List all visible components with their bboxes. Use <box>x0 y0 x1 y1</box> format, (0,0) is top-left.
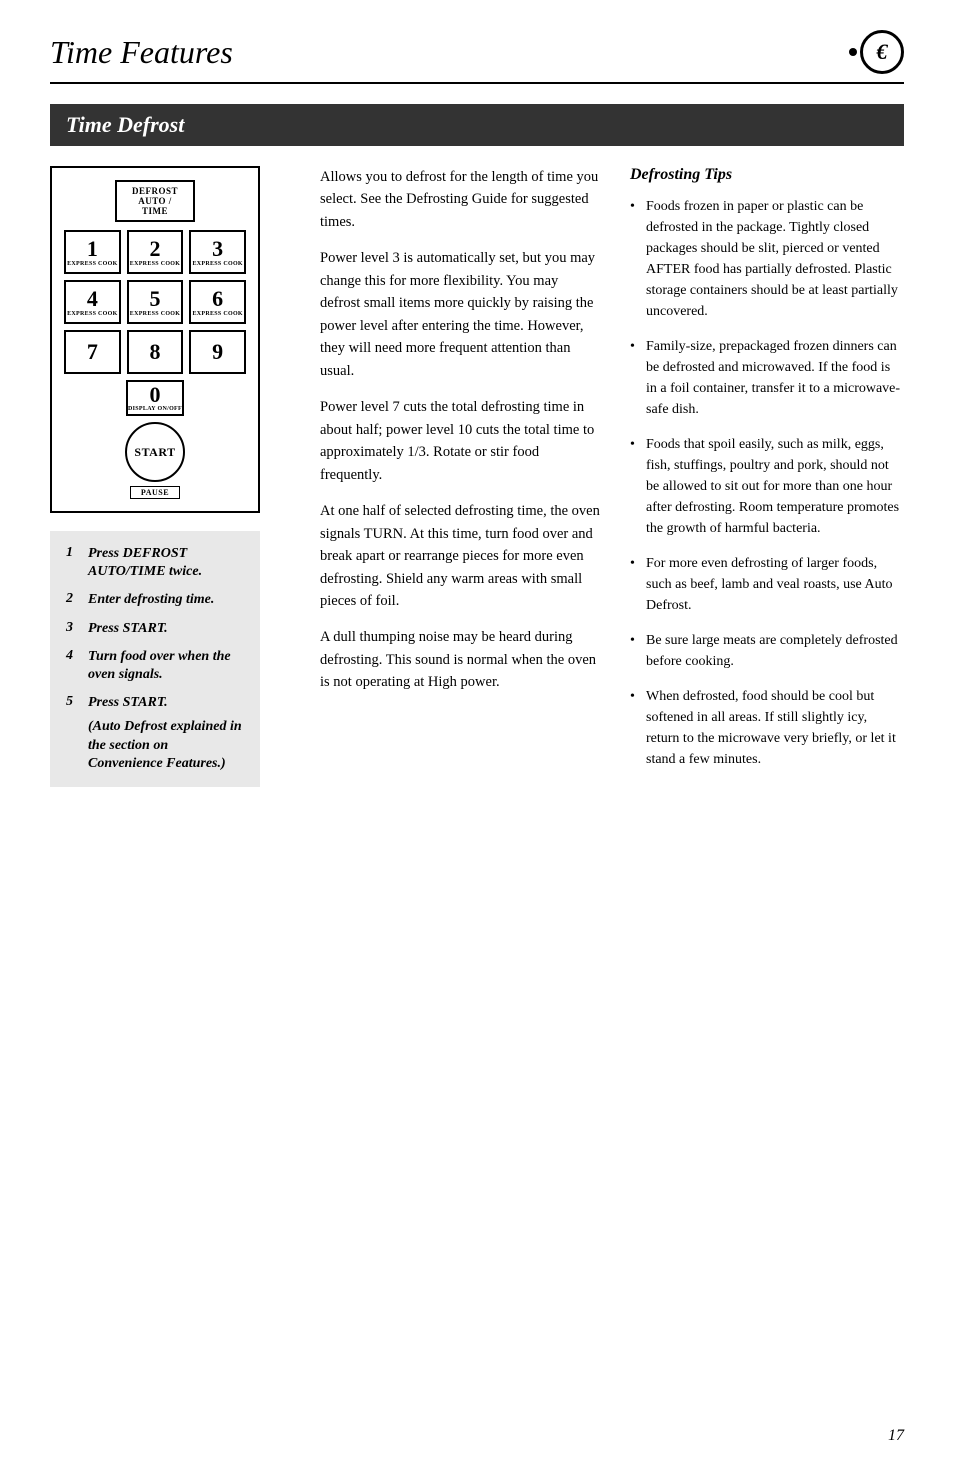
key-6[interactable]: 6 EXPRESS COOK <box>189 280 246 324</box>
step-5-text: Press START. <box>88 694 168 712</box>
key-3[interactable]: 3 EXPRESS COOK <box>189 230 246 274</box>
key-4-label: EXPRESS COOK <box>67 311 117 317</box>
key-row-2: 4 EXPRESS COOK 5 EXPRESS COOK 6 EXPRESS … <box>64 280 246 324</box>
key-1-label: EXPRESS COOK <box>67 261 117 267</box>
step-note: (Auto Defrost explained in the section o… <box>88 718 244 773</box>
page-header: Time Features € <box>50 30 904 84</box>
step-2-num: 2 <box>66 591 82 609</box>
tip-2: Family-size, prepackaged frozen dinners … <box>630 336 904 420</box>
middle-para-4: At one half of selected defrosting time,… <box>320 500 600 612</box>
step-1-num: 1 <box>66 545 82 581</box>
start-label: START <box>134 445 175 460</box>
start-button[interactable]: START <box>125 422 185 482</box>
defrost-auto-time-button[interactable]: DEFROST AUTO / TIME <box>115 180 195 222</box>
step-3: 3 Press START. <box>66 620 244 638</box>
tip-6: When defrosted, food should be cool but … <box>630 686 904 770</box>
key-5[interactable]: 5 EXPRESS COOK <box>127 280 184 324</box>
key-8[interactable]: 8 <box>127 330 184 374</box>
key-0-number: 0 <box>150 384 161 406</box>
key-7[interactable]: 7 <box>64 330 121 374</box>
page-number: 17 <box>888 1427 904 1445</box>
key-5-label: EXPRESS COOK <box>130 311 180 317</box>
keypad: DEFROST AUTO / TIME 1 EXPRESS COOK 2 EXP… <box>50 166 260 513</box>
step-5-num: 5 <box>66 694 82 712</box>
key-2[interactable]: 2 EXPRESS COOK <box>127 230 184 274</box>
key-3-number: 3 <box>212 238 223 260</box>
middle-column: Allows you to defrost for the length of … <box>320 166 600 787</box>
tip-1: Foods frozen in paper or plastic can be … <box>630 196 904 322</box>
middle-para-3: Power level 7 cuts the total defrosting … <box>320 396 600 486</box>
right-column: Defrosting Tips Foods frozen in paper or… <box>630 166 904 787</box>
middle-para-5: A dull thumping noise may be heard durin… <box>320 626 600 693</box>
step-3-text: Press START. <box>88 620 168 638</box>
tip-4: For more even defrosting of larger foods… <box>630 553 904 616</box>
step-4-num: 4 <box>66 648 82 684</box>
pause-label: PAUSE <box>130 486 180 499</box>
key-row-3: 7 8 9 <box>64 330 246 374</box>
key-2-label: EXPRESS COOK <box>130 261 180 267</box>
key-4[interactable]: 4 EXPRESS COOK <box>64 280 121 324</box>
step-2-text: Enter defrosting time. <box>88 591 214 609</box>
step-1-text: Press DEFROST AUTO/TIME twice. <box>88 545 244 581</box>
page: Time Features € Time Defrost DEFROST AUT… <box>0 0 954 1475</box>
key-9[interactable]: 9 <box>189 330 246 374</box>
key-0[interactable]: 0 DISPLAY ON/OFF <box>126 380 184 416</box>
step-5: 5 Press START. <box>66 694 244 712</box>
key-8-number: 8 <box>150 341 161 363</box>
key-row-1: 1 EXPRESS COOK 2 EXPRESS COOK 3 EXPRESS … <box>64 230 246 274</box>
middle-para-2: Power level 3 is automatically set, but … <box>320 247 600 382</box>
step-3-num: 3 <box>66 620 82 638</box>
page-title: Time Features <box>50 34 233 71</box>
step-4: 4 Turn food over when the oven signals. <box>66 648 244 684</box>
defrost-button-line2: AUTO / TIME <box>138 196 172 216</box>
defrost-button-line1: DEFROST <box>132 186 178 196</box>
steps-box: 1 Press DEFROST AUTO/TIME twice. 2 Enter… <box>50 531 260 787</box>
key-7-number: 7 <box>87 341 98 363</box>
key-6-label: EXPRESS COOK <box>192 311 242 317</box>
key-1[interactable]: 1 EXPRESS COOK <box>64 230 121 274</box>
key-9-number: 9 <box>212 341 223 363</box>
step-4-text: Turn food over when the oven signals. <box>88 648 244 684</box>
header-icon: € <box>860 30 904 74</box>
step-1: 1 Press DEFROST AUTO/TIME twice. <box>66 545 244 581</box>
key-6-number: 6 <box>212 288 223 310</box>
header-icon-char: € <box>877 39 888 65</box>
key-row-0: 0 DISPLAY ON/OFF <box>64 380 246 416</box>
key-0-label: DISPLAY ON/OFF <box>128 406 182 412</box>
tip-5: Be sure large meats are completely defro… <box>630 630 904 672</box>
middle-para-1: Allows you to defrost for the length of … <box>320 166 600 233</box>
key-3-label: EXPRESS COOK <box>192 261 242 267</box>
tips-list: Foods frozen in paper or plastic can be … <box>630 196 904 770</box>
key-4-number: 4 <box>87 288 98 310</box>
key-2-number: 2 <box>150 238 161 260</box>
step-2: 2 Enter defrosting time. <box>66 591 244 609</box>
section-title: Time Defrost <box>66 112 184 137</box>
tips-title: Defrosting Tips <box>630 166 904 184</box>
key-1-number: 1 <box>87 238 98 260</box>
section-header: Time Defrost <box>50 104 904 146</box>
tip-3: Foods that spoil easily, such as milk, e… <box>630 434 904 539</box>
main-content: DEFROST AUTO / TIME 1 EXPRESS COOK 2 EXP… <box>50 166 904 787</box>
left-column: DEFROST AUTO / TIME 1 EXPRESS COOK 2 EXP… <box>50 166 290 787</box>
key-5-number: 5 <box>150 288 161 310</box>
